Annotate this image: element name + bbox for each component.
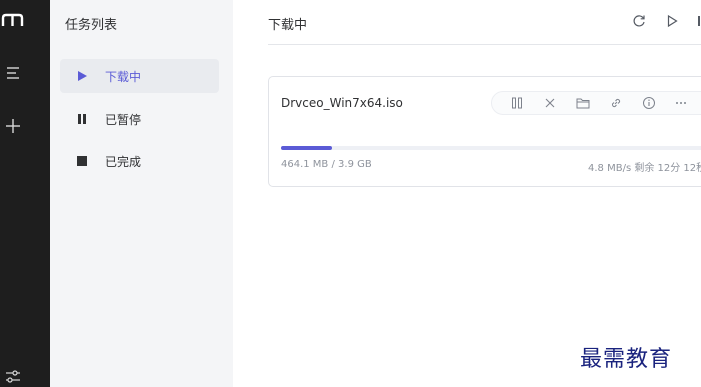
stop-square-icon [75, 154, 89, 168]
start-all-button[interactable] [663, 12, 681, 30]
download-task-card[interactable]: Drvceo_Win7x64.iso 464.1 MB / 3.9 GB 4.8… [268, 76, 701, 187]
nav-item-paused[interactable]: 已暂停 [60, 102, 219, 136]
folder-icon[interactable] [575, 95, 591, 111]
more-icon[interactable] [694, 12, 701, 30]
info-icon[interactable] [641, 95, 657, 111]
pause-icon [75, 112, 89, 126]
header-divider [268, 44, 701, 45]
task-speed-text: 4.8 MB/s 剩余 12分 12秒 [588, 163, 701, 174]
progress-bar [281, 146, 701, 150]
task-file-name: Drvceo_Win7x64.iso [281, 96, 403, 110]
nav-item-label: 下载中 [105, 69, 142, 84]
more-icon[interactable] [673, 95, 689, 111]
icon-rail [0, 0, 50, 387]
task-list-sidebar: 任务列表 下载中 已暂停 已完成 [50, 0, 233, 387]
play-icon [667, 14, 678, 28]
main-panel: 下载中 Drvceo_Win7x64.iso 464.1 MB / 3.9 GB… [233, 0, 701, 387]
nav-item-label: 已完成 [105, 154, 142, 169]
delete-icon[interactable] [542, 95, 558, 111]
refresh-icon[interactable] [630, 12, 648, 30]
watermark-text: 最需教育 [580, 347, 673, 372]
add-task-icon[interactable] [0, 115, 26, 137]
nav-item-downloading[interactable]: 下载中 [60, 59, 219, 93]
menu-icon[interactable] [0, 62, 26, 84]
link-icon[interactable] [608, 95, 624, 111]
sidebar-title: 任务列表 [65, 18, 118, 33]
page-title: 下载中 [268, 18, 308, 33]
progress-bar-fill [281, 146, 333, 150]
app-logo-icon [0, 12, 26, 28]
task-size-text: 464.1 MB / 3.9 GB [281, 159, 372, 170]
task-action-bar [491, 91, 701, 115]
play-icon [75, 69, 89, 83]
nav-item-completed[interactable]: 已完成 [60, 144, 219, 178]
pause-icon[interactable] [509, 95, 525, 111]
settings-sliders-icon[interactable] [0, 366, 26, 387]
nav-item-label: 已暂停 [105, 112, 142, 127]
